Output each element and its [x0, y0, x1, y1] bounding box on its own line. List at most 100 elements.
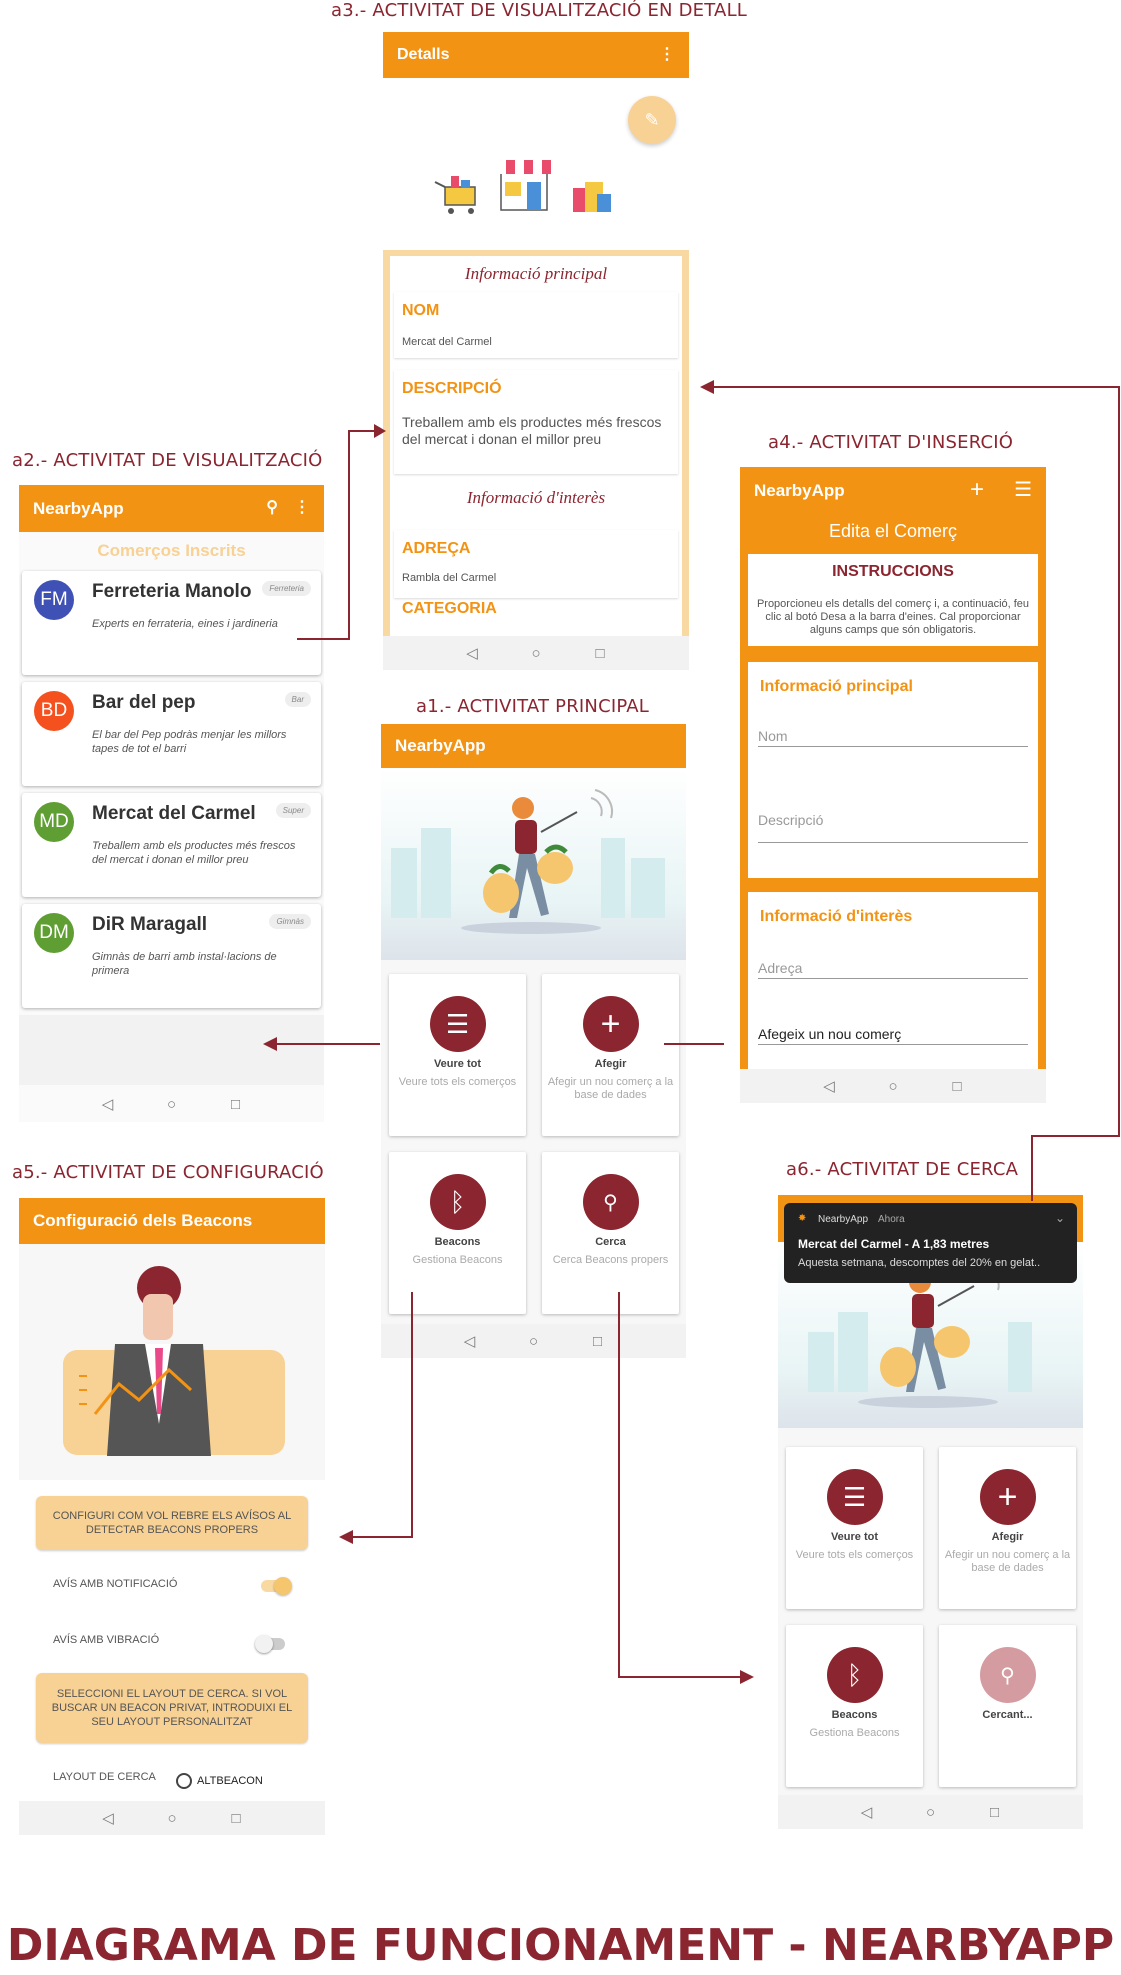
home-icon[interactable]: ○	[923, 1804, 939, 1821]
home-icon[interactable]: ○	[885, 1078, 901, 1095]
veure-tot-tile[interactable]: ☰ Veure tot Veure tots els comerços	[786, 1447, 923, 1609]
chevron-down-icon[interactable]: ⌄	[1055, 1211, 1065, 1225]
flow-line	[1031, 1135, 1120, 1137]
config-notice-2: SELECCIONI EL LAYOUT DE CERCA. SI VOL BU…	[36, 1673, 308, 1743]
list-icon: ☰	[826, 1469, 883, 1525]
search-icon: ⚲	[979, 1647, 1036, 1703]
insert-nav-bar: ◁ ○ □	[740, 1069, 1046, 1103]
flow-line	[348, 430, 350, 640]
back-icon[interactable]: ◁	[100, 1809, 116, 1827]
list-item[interactable]: MD Mercat del Carmel Super Treballem amb…	[22, 793, 321, 897]
home-icon[interactable]: ○	[164, 1096, 180, 1113]
search-icon[interactable]: ⚲	[266, 497, 278, 517]
label-a3: a3.- ACTIVITAT DE VISUALITZACIÓ EN DETAL…	[331, 0, 748, 21]
item-tag: Bar	[284, 692, 311, 707]
tile-title: Afegir	[991, 1531, 1024, 1543]
arrow-head	[339, 1530, 353, 1544]
descripcio-field[interactable]: Descripció	[758, 812, 1028, 843]
avatar: MD	[34, 802, 74, 842]
list-app-title: NearbyApp	[33, 498, 124, 518]
home-icon[interactable]: ○	[526, 1333, 542, 1350]
search-nav-bar: ◁ ○ □	[778, 1795, 1083, 1829]
back-icon[interactable]: ◁	[462, 1332, 478, 1350]
notification-toggle[interactable]	[261, 1577, 292, 1595]
beacons-tile[interactable]: ᛒ Beacons Gestiona Beacons	[786, 1625, 923, 1787]
flow-line	[1118, 386, 1120, 1137]
cart-icon	[434, 176, 476, 214]
config-nav-bar: ◁ ○ □	[19, 1801, 325, 1835]
item-tag: Ferreteria	[262, 581, 311, 596]
back-icon[interactable]: ◁	[859, 1803, 875, 1821]
insert-main-heading: Informació principal	[760, 678, 913, 695]
afegir-tile[interactable]: + Afegir Afegir un nou comerç a la base …	[939, 1447, 1076, 1609]
arrow-head	[740, 1670, 754, 1684]
cerca-tile[interactable]: ⚲ Cerca Cerca Beacons propers	[542, 1152, 679, 1314]
detail-interest-heading: Informació d'interès	[466, 488, 606, 507]
back-icon[interactable]: ◁	[100, 1095, 116, 1113]
flow-line	[411, 1292, 413, 1538]
item-name: Bar del pep	[92, 692, 196, 713]
main-screen: NearbyApp ☰ Veure tot Veure tots els com…	[381, 724, 686, 1358]
notif-app-name: NearbyApp	[818, 1214, 869, 1225]
recents-icon[interactable]: □	[987, 1804, 1003, 1821]
list-item[interactable]: DM DiR Maragall Gimnàs Gimnàs de barri a…	[22, 904, 321, 1008]
insert-main-section: Informació principal Nom Descripció	[748, 662, 1038, 878]
recents-icon[interactable]: □	[592, 645, 608, 662]
shopping-illustration	[434, 160, 611, 214]
recents-icon[interactable]: □	[228, 1096, 244, 1113]
overflow-menu-icon[interactable]: ⋮	[294, 497, 310, 517]
flow-line	[712, 386, 1120, 388]
back-icon[interactable]: ◁	[464, 644, 480, 662]
afegir-tile[interactable]: + Afegir Afegir un nou comerç a la base …	[542, 974, 679, 1136]
flow-line	[1031, 1135, 1033, 1201]
instructions-title: INSTRUCCIONS	[832, 563, 954, 580]
back-icon[interactable]: ◁	[821, 1077, 837, 1095]
tile-subtitle: Afegir un nou comerç a la base de dades	[547, 1076, 674, 1101]
notif-title: Mercat del Carmel - A 1,83 metres	[798, 1237, 990, 1251]
plus-icon: +	[979, 1469, 1036, 1525]
altbeacon-radio[interactable]	[176, 1773, 192, 1789]
tile-title: Veure tot	[830, 1531, 879, 1543]
search-screen: ✸ NearbyApp Ahora ⌄ Mercat del Carmel - …	[778, 1195, 1083, 1829]
searching-label: Cercant...	[982, 1709, 1033, 1721]
flow-line	[664, 1043, 724, 1045]
cat-label: CATEGORIA	[402, 600, 497, 617]
home-icon[interactable]: ○	[528, 645, 544, 662]
tile-subtitle: Veure tots els comerços	[795, 1549, 914, 1561]
home-icon[interactable]: ○	[164, 1810, 180, 1827]
flow-line	[276, 1043, 380, 1045]
list-item[interactable]: FM Ferreteria Manolo Ferreteria Experts …	[22, 571, 321, 675]
bags-icon	[573, 182, 611, 212]
recents-icon[interactable]: □	[228, 1810, 244, 1827]
altbeacon-label: ALTBEACON	[197, 1775, 263, 1787]
detail-info-panel: Informació principal NOM Mercat del Carm…	[383, 250, 689, 638]
config-notice-1: CONFIGURI COM VOL REBRE ELS AVÍSOS AL DE…	[36, 1496, 308, 1550]
arrow-head	[374, 424, 386, 438]
vibration-toggle[interactable]	[255, 1635, 285, 1653]
bluetooth-icon: ᛒ	[429, 1174, 486, 1230]
insert-app-title: NearbyApp	[754, 480, 845, 500]
list-icon[interactable]: ☰	[1014, 477, 1032, 502]
adreca-field[interactable]: Adreça	[758, 960, 1028, 979]
cerca-tile[interactable]: ⚲ Cercant...	[939, 1625, 1076, 1787]
veure-tot-tile[interactable]: ☰ Veure tot Veure tots els comerços	[389, 974, 526, 1136]
tile-title: Cerca	[595, 1236, 626, 1248]
tile-subtitle: Cerca Beacons propers	[552, 1254, 669, 1266]
desc-value: Treballem amb els productes més frescos …	[402, 414, 662, 447]
nom-field[interactable]: Nom	[758, 728, 1028, 747]
opt-notification-label: AVÍS AMB NOTIFICACIÓ	[53, 1578, 178, 1590]
list-item[interactable]: BD Bar del pep Bar El bar del Pep podràs…	[22, 682, 321, 786]
item-desc: El bar del Pep podràs menjar les millors…	[92, 729, 287, 755]
label-a1: a1.- ACTIVITAT PRINCIPAL	[416, 696, 649, 717]
overflow-menu-icon[interactable]: ⋮	[659, 44, 675, 64]
insert-interest-heading: Informació d'interès	[760, 908, 913, 925]
flow-line	[297, 638, 349, 640]
add-icon[interactable]: +	[970, 476, 984, 504]
notification-popup[interactable]: ✸ NearbyApp Ahora ⌄ Mercat del Carmel - …	[784, 1203, 1077, 1283]
bluetooth-icon: ᛒ	[826, 1647, 883, 1703]
beacons-tile[interactable]: ᛒ Beacons Gestiona Beacons	[389, 1152, 526, 1314]
arrow-head	[700, 380, 714, 394]
edit-fab-icon[interactable]: ✎	[628, 96, 676, 144]
recents-icon[interactable]: □	[590, 1333, 606, 1350]
recents-icon[interactable]: □	[949, 1078, 965, 1095]
